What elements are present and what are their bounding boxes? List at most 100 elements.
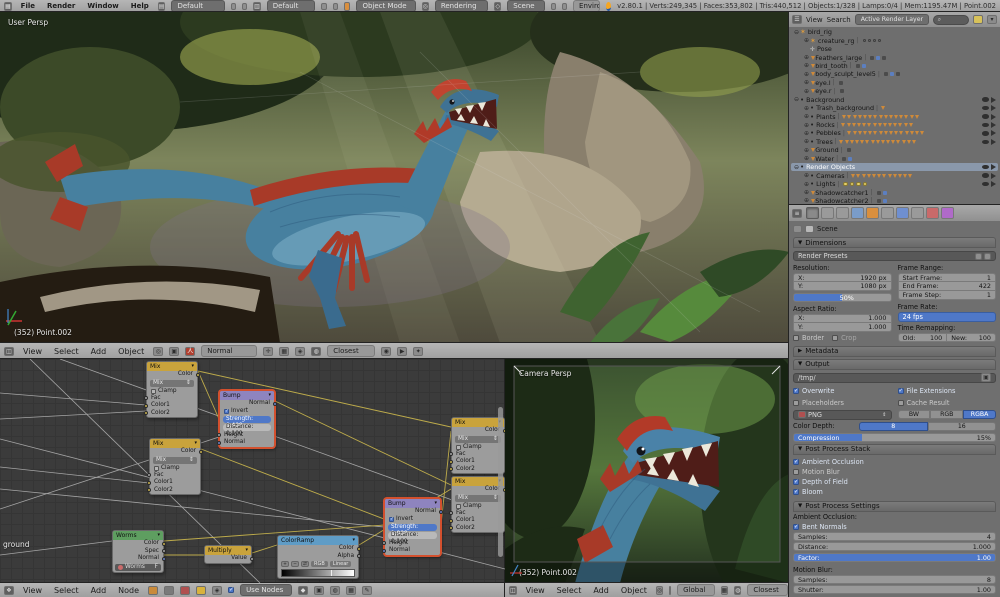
expander-icon[interactable]: ⊕ bbox=[803, 197, 810, 204]
outliner-item-body_sculpt_level5[interactable]: ⊕ body_sculpt_level5 | bbox=[791, 70, 998, 78]
expander-icon[interactable]: ⊕ bbox=[803, 105, 810, 112]
node-collapse-icon[interactable]: ▾ bbox=[245, 547, 248, 554]
frame-step-field[interactable]: Frame Step: 1 bbox=[897, 291, 996, 300]
resolution-y-field[interactable]: Y: 1080 px bbox=[793, 282, 892, 291]
depth-16-button[interactable]: 16 bbox=[927, 421, 996, 431]
tab-texture[interactable] bbox=[941, 207, 954, 219]
visibility-eye-icon[interactable] bbox=[982, 131, 989, 136]
render-ops-icon[interactable]: ✦ bbox=[413, 346, 424, 356]
scene-x-button[interactable] bbox=[561, 2, 568, 10]
add-layout-button[interactable] bbox=[230, 2, 237, 10]
tab-constraints[interactable] bbox=[881, 207, 894, 219]
add-stop-button[interactable]: + bbox=[281, 561, 289, 567]
output-socket[interactable] bbox=[357, 546, 361, 551]
bent-normals-checkbox[interactable]: ✓ Bent Normals bbox=[793, 522, 996, 532]
output-path-field[interactable]: /tmp/ ▣ bbox=[793, 372, 996, 383]
new-layer-icon[interactable] bbox=[973, 15, 983, 24]
node-collapse-icon[interactable]: ▾ bbox=[194, 440, 197, 447]
layers-widget[interactable]: ▦ bbox=[279, 346, 290, 356]
expander-icon[interactable]: ⊕ bbox=[803, 155, 810, 162]
menu-add[interactable]: Add bbox=[590, 586, 612, 595]
expander-icon[interactable]: ⊖ bbox=[793, 96, 800, 103]
node-collapse-icon[interactable]: ▾ bbox=[191, 363, 194, 370]
output-socket[interactable] bbox=[162, 549, 166, 553]
bw-button[interactable]: BW bbox=[897, 409, 931, 419]
tab-scene[interactable] bbox=[836, 207, 849, 219]
post-stack-panel-header[interactable]: ▼ Post Process Stack bbox=[793, 443, 996, 455]
expander-icon[interactable]: ⊕ bbox=[803, 71, 810, 78]
node-header[interactable]: Mix▾ bbox=[452, 477, 504, 486]
invert-checkbox[interactable]: ✓ Invert bbox=[385, 516, 440, 523]
input-socket[interactable] bbox=[147, 480, 151, 485]
visibility-eye-icon[interactable] bbox=[982, 173, 989, 178]
mode-icon[interactable]: ◎ bbox=[655, 585, 664, 595]
start-frame-field[interactable]: Start Frame: 1 bbox=[897, 273, 996, 282]
remap-new-field[interactable]: New: 100 bbox=[947, 333, 996, 342]
scene-layout-select[interactable]: Default bbox=[266, 0, 316, 12]
pose-icon[interactable]: 人 bbox=[185, 346, 196, 356]
expander-icon[interactable]: ⊕ bbox=[803, 113, 810, 120]
add-scene-button[interactable] bbox=[321, 2, 327, 10]
selectability-cursor-icon[interactable] bbox=[991, 181, 996, 188]
tab-material[interactable] bbox=[926, 207, 939, 219]
border-checkbox[interactable]: Border bbox=[793, 333, 824, 343]
blend-mode-select[interactable]: Mix ⇕ bbox=[455, 435, 501, 443]
outliner-item-background[interactable]: ⊖ • Background bbox=[791, 96, 998, 104]
output-socket[interactable] bbox=[503, 428, 505, 433]
outliner-item-lights[interactable]: ⊕ • Lights | bbox=[791, 180, 998, 188]
outliner-item-feathers_large[interactable]: ⊕ Feathers_large | bbox=[791, 53, 998, 62]
outliner-item-rocks[interactable]: ⊕ • Rocks | bbox=[791, 121, 998, 129]
fps-select[interactable]: 24 fps bbox=[897, 312, 996, 322]
expander-icon[interactable]: ⊖ bbox=[793, 164, 800, 171]
tab-world[interactable] bbox=[851, 207, 864, 219]
node-header[interactable]: Bump ▾ bbox=[385, 499, 440, 508]
rgb-button[interactable]: RGB bbox=[930, 409, 964, 419]
draw-mode-icon[interactable]: ◎ bbox=[153, 346, 164, 356]
delete-layout-button[interactable] bbox=[242, 2, 248, 10]
menu-add[interactable]: Add bbox=[88, 347, 110, 356]
outliner-item-trash_background[interactable]: ⊕ • Trash_background | bbox=[791, 104, 998, 112]
outliner-item-shadowcatcher2[interactable]: ⊕ Shadowcatcher2 | bbox=[791, 197, 998, 205]
input-socket[interactable] bbox=[449, 511, 453, 515]
input-socket[interactable] bbox=[144, 403, 148, 408]
node-header[interactable]: Mix▾ bbox=[147, 362, 197, 371]
node-editor-scrollbar[interactable] bbox=[498, 407, 503, 557]
outliner-item-creature_rg[interactable]: ⊕ ✶ creature_rg | bbox=[791, 36, 998, 45]
outliner-item-render objects[interactable]: ⊖ • Render Objects bbox=[791, 163, 998, 172]
ao-samples[interactable]: Samples: 4 bbox=[793, 531, 996, 541]
post-settings-panel-header[interactable]: ▼ Post Process Settings bbox=[793, 500, 996, 512]
scene-select[interactable]: Scene bbox=[507, 0, 545, 12]
menu-select[interactable]: Select bbox=[51, 586, 82, 595]
ramp-node[interactable]: ColorRamp ▾ Color Alpha + − ⇄ RGB Linear bbox=[277, 535, 361, 579]
tab-modifiers[interactable] bbox=[896, 207, 909, 219]
selectability-cursor-icon[interactable] bbox=[991, 138, 996, 145]
outliner-item-eye.l[interactable]: ⊕ eye.l | bbox=[791, 79, 998, 87]
material-datablock-field[interactable]: Worms F bbox=[115, 563, 161, 571]
visibility-eye-icon[interactable] bbox=[982, 114, 989, 119]
output-socket[interactable] bbox=[196, 372, 200, 377]
tab-object[interactable] bbox=[866, 207, 879, 219]
shading-select[interactable]: Rendering bbox=[434, 0, 489, 12]
snap-target-select[interactable]: Closest bbox=[327, 345, 376, 357]
shading-icon[interactable] bbox=[669, 585, 672, 595]
texture-nodes-icon[interactable] bbox=[180, 585, 191, 595]
input-socket[interactable] bbox=[449, 467, 453, 471]
math-node[interactable]: Multiply ▾ Value bbox=[204, 545, 254, 564]
editor-type-icon[interactable]: ❖ bbox=[4, 585, 14, 595]
clamp-checkbox[interactable]: Clamp bbox=[452, 503, 504, 510]
expander-icon[interactable]: ⊕ bbox=[803, 130, 810, 137]
orientation-select[interactable]: Normal bbox=[201, 345, 258, 357]
remove-stop-button[interactable]: − bbox=[291, 561, 299, 567]
render-anim-icon[interactable]: ▶ bbox=[397, 346, 408, 356]
output-socket[interactable] bbox=[357, 554, 361, 558]
bump-node[interactable]: Bump▾Normal✓InvertStrength: 1.000Distanc… bbox=[382, 498, 443, 556]
expander-icon[interactable]: ⊕ bbox=[803, 181, 810, 188]
distance-slider[interactable]: Distance: 0.100 bbox=[223, 423, 271, 437]
material-node[interactable]: Worms ▾ Color Spec Normal Worms F bbox=[112, 530, 166, 573]
mix-node[interactable]: Mix ▾ColorMix ⇕ ClampFacColor1Color2 bbox=[144, 361, 200, 418]
editor-type-icon[interactable]: ▦ bbox=[4, 1, 12, 11]
pin-icon[interactable]: ◆ bbox=[298, 585, 309, 595]
selectability-cursor-icon[interactable] bbox=[991, 130, 996, 137]
menu-object[interactable]: Object bbox=[115, 347, 147, 356]
layers-widget[interactable]: ▦ bbox=[720, 585, 729, 595]
